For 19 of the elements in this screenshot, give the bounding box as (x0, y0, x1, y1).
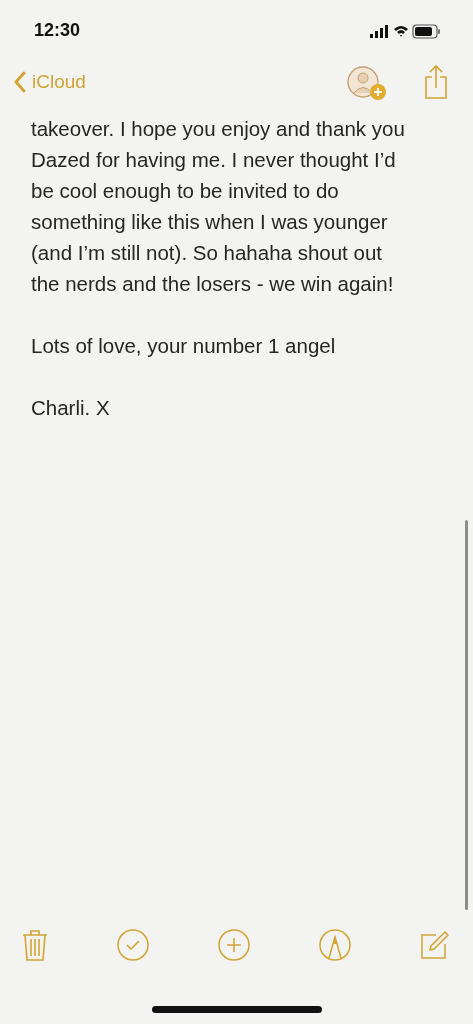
note-line: be cool enough to be invited to do (31, 178, 339, 204)
note-line: takeover. I hope you enjoy and thank you (31, 116, 405, 142)
note-line: Charli. X (31, 395, 110, 421)
status-icons-drawing (370, 24, 442, 40)
chevron-left-icon (14, 71, 26, 94)
trash-icon[interactable] (22, 928, 48, 962)
markup-icon[interactable] (319, 928, 351, 962)
add-person-icon[interactable] (346, 66, 388, 102)
back-button[interactable]: iCloud (14, 68, 86, 97)
note-line: (and I’m still not). So hahaha shout out (31, 240, 382, 266)
checklist-icon[interactable] (117, 928, 149, 962)
note-line: the nerds and the losers - we win again! (31, 271, 394, 297)
note-line: Lots of love, your number 1 angel (31, 333, 336, 359)
add-icon[interactable] (218, 928, 250, 962)
compose-icon[interactable] (420, 928, 450, 962)
note-line: something like this when I was younger (31, 209, 388, 235)
note-line: Dazed for having me. I never thought I’d (31, 147, 396, 173)
status-time: 12:30 (34, 19, 81, 42)
share-icon[interactable] (424, 64, 448, 100)
